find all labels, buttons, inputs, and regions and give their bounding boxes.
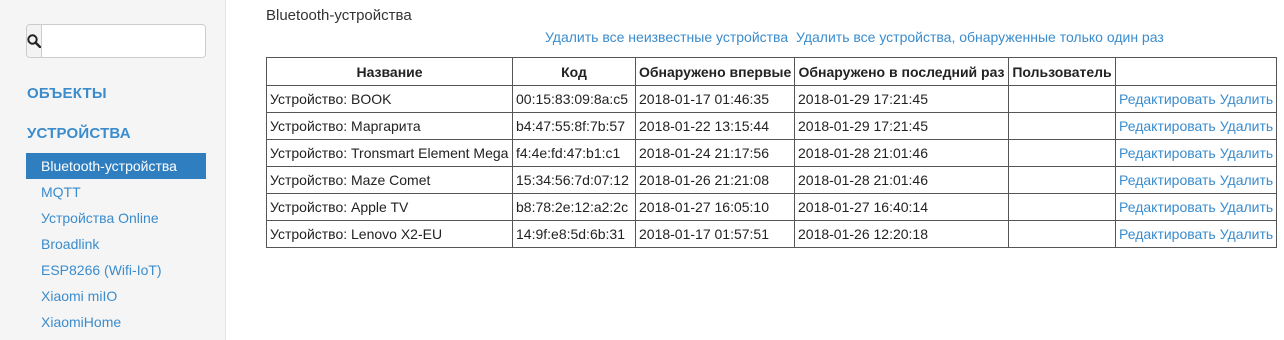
column-header-last-seen: Обнаружено в последний раз [794,57,1009,86]
sidebar-item-mqtt[interactable]: MQTT [26,179,206,205]
edit-link[interactable]: Редактировать [1119,118,1216,134]
column-header-user: Пользователь [1008,57,1116,86]
table-row: Устройство: Lenovo X2-EU 14:9f:e8:5d:6b:… [266,220,1277,248]
delete-link[interactable]: Удалить [1220,226,1273,242]
edit-link[interactable]: Редактировать [1119,172,1216,188]
edit-link[interactable]: Редактировать [1119,199,1216,215]
sidebar-item-esp8266[interactable]: ESP8266 (Wifi-IoT) [26,257,206,283]
last-seen: 2018-01-29 17:21:45 [794,85,1009,113]
column-header-name: Название [266,57,513,86]
device-user [1008,139,1116,167]
device-name: Устройство: Maze Comet [266,166,513,194]
delete-seen-once-link[interactable]: Удалить все устройства, обнаруженные тол… [796,29,1164,45]
edit-link[interactable]: Редактировать [1119,91,1216,107]
device-code: b4:47:55:8f:7b:57 [512,112,636,140]
delete-unknown-link[interactable]: Удалить все неизвестные устройства [545,29,788,45]
device-user [1008,166,1116,194]
search-icon [27,34,41,48]
search-input[interactable] [42,25,205,57]
last-seen: 2018-01-26 12:20:18 [794,220,1009,248]
first-seen: 2018-01-27 16:05:10 [635,193,795,221]
sidebar-item-bluetooth[interactable]: Bluetooth-устройства [26,153,206,179]
column-header-actions [1115,57,1277,86]
row-actions: Редактировать Удалить [1115,220,1277,248]
device-user [1008,193,1116,221]
table-row: Устройство: Maze Comet 15:34:56:7d:07:12… [266,166,1277,194]
table-row: Устройство: Маргарита b4:47:55:8f:7b:57 … [266,112,1277,140]
row-actions: Редактировать Удалить [1115,112,1277,140]
last-seen: 2018-01-27 16:40:14 [794,193,1009,221]
first-seen: 2018-01-17 01:46:35 [635,85,795,113]
first-seen: 2018-01-22 13:15:44 [635,112,795,140]
table-row: Устройство: Tronsmart Element Mega f4:4e… [266,139,1277,167]
row-actions: Редактировать Удалить [1115,139,1277,167]
delete-link[interactable]: Удалить [1220,172,1273,188]
device-name: Устройство: Tronsmart Element Mega [266,139,513,167]
table-body: Устройство: BOOK 00:15:83:09:8a:c5 2018-… [266,85,1277,248]
device-name: Устройство: BOOK [266,85,513,113]
device-name: Устройство: Маргарита [266,112,513,140]
nav-section-objects[interactable]: ОБЪЕКТЫ [27,85,107,102]
device-user [1008,85,1116,113]
row-actions: Редактировать Удалить [1115,85,1277,113]
column-header-code: Код [512,57,636,86]
bulk-actions: Удалить все неизвестные устройства Удали… [545,29,1164,45]
device-user [1008,112,1116,140]
device-code: 14:9f:e8:5d:6b:31 [512,220,636,248]
sidebar-item-devices-online[interactable]: Устройства Online [26,205,206,231]
device-name: Устройство: Lenovo X2-EU [266,220,513,248]
edit-link[interactable]: Редактировать [1119,145,1216,161]
sidebar-item-broadlink[interactable]: Broadlink [26,231,206,257]
first-seen: 2018-01-24 21:17:56 [635,139,795,167]
edit-link[interactable]: Редактировать [1119,226,1216,242]
last-seen: 2018-01-28 21:01:46 [794,139,1009,167]
device-code: f4:4e:fd:47:b1:c1 [512,139,636,167]
device-user [1008,220,1116,248]
delete-link[interactable]: Удалить [1220,118,1273,134]
row-actions: Редактировать Удалить [1115,166,1277,194]
device-code: 15:34:56:7d:07:12 [512,166,636,194]
last-seen: 2018-01-29 17:21:45 [794,112,1009,140]
search-box [26,24,206,58]
device-code: 00:15:83:09:8a:c5 [512,85,636,113]
first-seen: 2018-01-17 01:57:51 [635,220,795,248]
delete-link[interactable]: Удалить [1220,145,1273,161]
page-title: Bluetooth-устройства [266,7,412,24]
table-row: Устройство: BOOK 00:15:83:09:8a:c5 2018-… [266,85,1277,113]
row-actions: Редактировать Удалить [1115,193,1277,221]
table-header-row: Название Код Обнаружено впервые Обнаруже… [266,57,1277,86]
last-seen: 2018-01-28 21:01:46 [794,166,1009,194]
sidebar-item-xiaomi-miio[interactable]: Xiaomi miIO [26,283,206,309]
delete-link[interactable]: Удалить [1220,199,1273,215]
table-row: Устройство: Apple TV b8:78:2e:12:a2:2c 2… [266,193,1277,221]
sidebar-item-xiaomihome[interactable]: XiaomiHome [26,309,206,335]
first-seen: 2018-01-26 21:21:08 [635,166,795,194]
delete-link[interactable]: Удалить [1220,91,1273,107]
sidebar-menu: Bluetooth-устройства MQTT Устройства Onl… [26,153,206,335]
device-name: Устройство: Apple TV [266,193,513,221]
search-button[interactable] [27,25,42,57]
column-header-first-seen: Обнаружено впервые [635,57,795,86]
device-code: b8:78:2e:12:a2:2c [512,193,636,221]
nav-section-devices[interactable]: УСТРОЙСТВА [27,125,131,142]
sidebar: ОБЪЕКТЫ УСТРОЙСТВА Bluetooth-устройства … [0,0,226,340]
devices-table: Название Код Обнаружено впервые Обнаруже… [266,57,1277,248]
